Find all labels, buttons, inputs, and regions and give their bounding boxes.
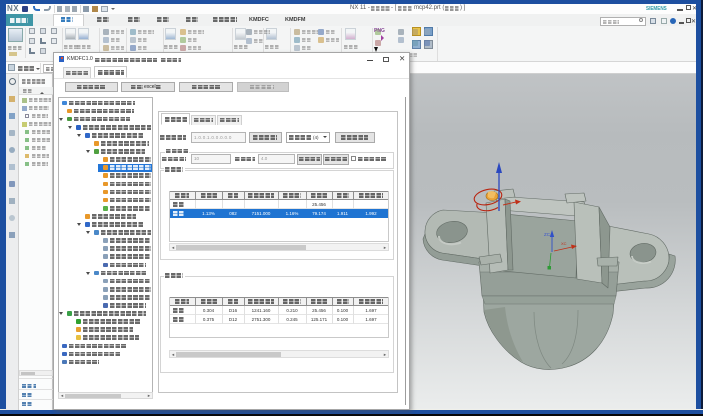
svg-text:XC: XC: [561, 241, 567, 246]
svg-text:ZC: ZC: [544, 232, 551, 237]
